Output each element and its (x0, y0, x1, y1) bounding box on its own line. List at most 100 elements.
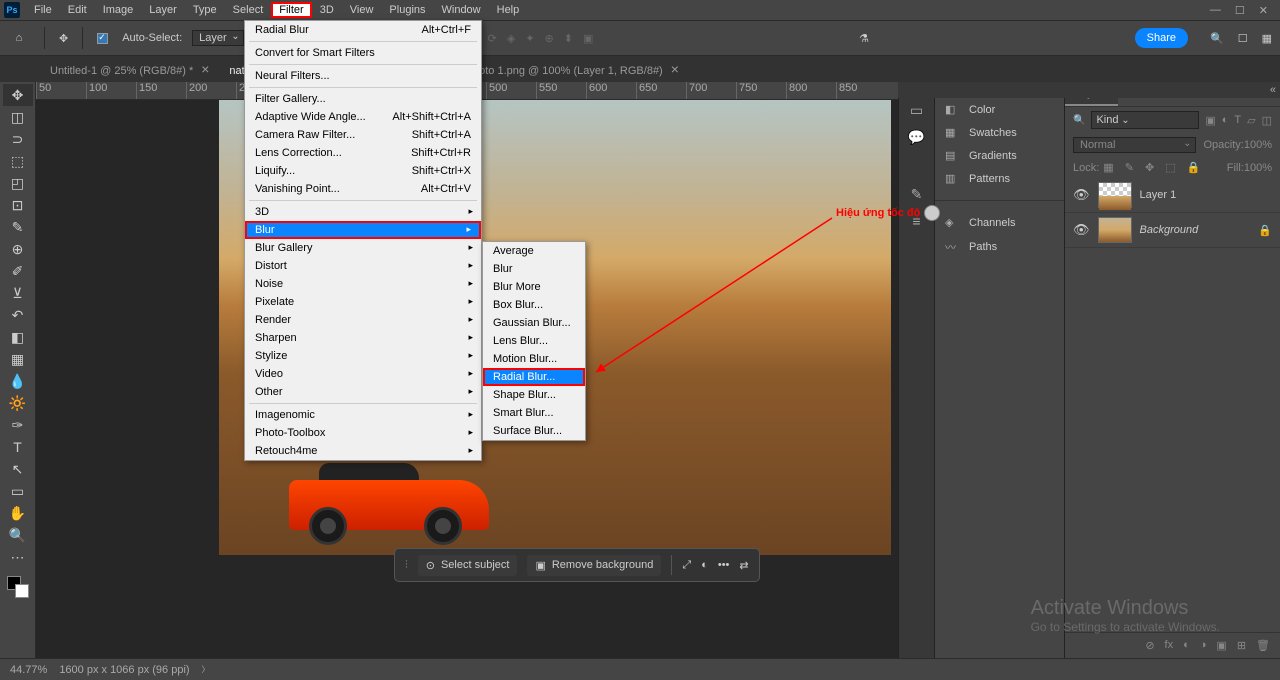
marquee-tool[interactable]: ◫ (3, 106, 33, 128)
layer-row[interactable]: 👁 Background 🔒 (1065, 213, 1280, 248)
healing-tool[interactable]: ⊕ (3, 238, 33, 260)
menu-file[interactable]: File (26, 2, 60, 18)
submenu-smart-blur---[interactable]: Smart Blur... (483, 404, 585, 422)
panel-paths[interactable]: 〰Paths (935, 234, 1064, 260)
dodge-tool[interactable]: 🔆 (3, 392, 33, 414)
search-icon[interactable]: 🔍 (1210, 32, 1224, 45)
remove-background-button[interactable]: ▣Remove background (527, 555, 661, 576)
gradient-tool[interactable]: ▦ (3, 348, 33, 370)
submenu-blur[interactable]: Blur (483, 260, 585, 278)
menu-item[interactable]: Liquify...Shift+Ctrl+X (245, 162, 481, 180)
collapse-icon[interactable]: « (1270, 84, 1276, 96)
new-icon[interactable]: ⊞ (1237, 639, 1246, 652)
menu-item[interactable]: Photo-Toolbox (245, 424, 481, 442)
menu-distort[interactable]: Distort (245, 257, 481, 275)
menu-other[interactable]: Other (245, 383, 481, 401)
menu-item[interactable]: Vanishing Point...Alt+Ctrl+V (245, 180, 481, 198)
menu-stylize[interactable]: Stylize (245, 347, 481, 365)
color-swatch[interactable] (7, 576, 29, 598)
filter-shape-icon[interactable]: ▱ (1247, 114, 1255, 127)
auto-select-checkbox[interactable] (97, 33, 108, 44)
fx-icon[interactable]: fx (1165, 639, 1174, 652)
3d-icon[interactable]: ⬍ (564, 32, 573, 45)
frame-tool[interactable]: ⊡ (3, 194, 33, 216)
menu-layer[interactable]: Layer (141, 2, 185, 18)
menu-blur-gallery[interactable]: Blur Gallery (245, 239, 481, 257)
menu-edit[interactable]: Edit (60, 2, 95, 18)
lock-icon[interactable]: 🔒 (1258, 224, 1272, 237)
more-icon[interactable]: ••• (718, 559, 730, 571)
crop-tool[interactable]: ◰ (3, 172, 33, 194)
3d-icon[interactable]: ▣ (583, 32, 593, 45)
filter-kind-dropdown[interactable]: Kind ⌄ (1091, 111, 1199, 129)
menu-item[interactable]: Lens Correction...Shift+Ctrl+R (245, 144, 481, 162)
3d-icon[interactable]: ✦ (525, 32, 534, 45)
panel-gradients[interactable]: ▤Gradients (935, 144, 1064, 167)
move-tool-icon[interactable]: ✥ (59, 32, 68, 45)
history-brush-tool[interactable]: ↶ (3, 304, 33, 326)
type-tool[interactable]: T (3, 436, 33, 458)
menu-3d[interactable]: 3D (312, 2, 342, 18)
menu-neural-filters[interactable]: Neural Filters... (245, 67, 481, 85)
menu-window[interactable]: Window (434, 2, 489, 18)
zoom-value[interactable]: 44.77% (10, 664, 47, 676)
home-icon[interactable]: ⌂ (8, 27, 30, 49)
eyedropper-tool[interactable]: ✎ (3, 216, 33, 238)
filter-smart-icon[interactable]: ◫ (1262, 114, 1272, 127)
close-icon[interactable]: ✕ (1259, 4, 1268, 17)
properties-icon[interactable]: ⇄ (739, 559, 748, 572)
blend-mode-dropdown[interactable]: Normal (1073, 137, 1196, 153)
document-tab[interactable]: oto 1.png @ 100% (Layer 1, RGB/8#)× (469, 57, 689, 81)
menu-select[interactable]: Select (225, 2, 272, 18)
blur-tool[interactable]: 💧 (3, 370, 33, 392)
delete-icon[interactable]: 🗑 (1256, 639, 1270, 652)
document-tab[interactable]: Untitled-1 @ 25% (RGB/8#) *× (40, 57, 219, 81)
shape-tool[interactable]: ▭ (3, 480, 33, 502)
submenu-gaussian-blur---[interactable]: Gaussian Blur... (483, 314, 585, 332)
eraser-tool[interactable]: ◧ (3, 326, 33, 348)
panel-swatches[interactable]: ▦Swatches (935, 121, 1064, 144)
menu-sharpen[interactable]: Sharpen (245, 329, 481, 347)
mask-icon[interactable]: ◐ (1183, 639, 1190, 652)
brush-tool[interactable]: ✐ (3, 260, 33, 282)
arrange-icon[interactable]: ▦ (1262, 32, 1272, 45)
menu-video[interactable]: Video (245, 365, 481, 383)
menu-image[interactable]: Image (95, 2, 142, 18)
menu-item[interactable]: Imagenomic (245, 406, 481, 424)
menu-noise[interactable]: Noise (245, 275, 481, 293)
group-icon[interactable]: ▣ (1216, 639, 1226, 652)
submenu-box-blur---[interactable]: Box Blur... (483, 296, 585, 314)
transform-icon[interactable]: ⤢ (682, 559, 691, 572)
adj-icon[interactable]: ◑ (1200, 639, 1207, 652)
menu-blur[interactable]: Blur (245, 221, 481, 239)
menu-filter[interactable]: Filter (271, 2, 311, 18)
layer-row[interactable]: 👁 Layer 1 (1065, 178, 1280, 213)
pen-tool[interactable]: ✑ (3, 414, 33, 436)
filter-adj-icon[interactable]: ◐ (1222, 114, 1229, 126)
submenu-blur-more[interactable]: Blur More (483, 278, 585, 296)
panel-channels[interactable]: ◈Channels (935, 211, 1064, 234)
visibility-icon[interactable]: 👁 (1073, 222, 1090, 238)
link-icon[interactable]: ⊘ (1145, 639, 1154, 652)
submenu-lens-blur---[interactable]: Lens Blur... (483, 332, 585, 350)
lasso-tool[interactable]: ⊃ (3, 128, 33, 150)
menu-type[interactable]: Type (185, 2, 225, 18)
submenu-average[interactable]: Average (483, 242, 585, 260)
submenu-shape-blur---[interactable]: Shape Blur... (483, 386, 585, 404)
zoom-tool[interactable]: 🔍 (3, 524, 33, 546)
menu-pixelate[interactable]: Pixelate (245, 293, 481, 311)
menu-view[interactable]: View (342, 2, 382, 18)
layer-dropdown[interactable]: Layer (192, 30, 244, 46)
menu-item[interactable]: Adaptive Wide Angle...Alt+Shift+Ctrl+A (245, 108, 481, 126)
lock-icons[interactable]: ▦ ✎ ✥ ⬚ 🔒 (1103, 161, 1204, 174)
menu-item[interactable]: Filter Gallery... (245, 90, 481, 108)
panel-color[interactable]: ◧Color (935, 98, 1064, 121)
menu-convert-smart[interactable]: Convert for Smart Filters (245, 44, 481, 62)
filter-type-icon[interactable]: T (1234, 114, 1241, 126)
adjustment-icon[interactable]: ◐ (701, 559, 708, 571)
filter-pixel-icon[interactable]: ▣ (1205, 114, 1215, 127)
comments-icon[interactable]: 💬 (908, 129, 925, 146)
3d-icon[interactable]: ⟳ (488, 32, 497, 45)
submenu-radial-blur---[interactable]: Radial Blur... (483, 368, 585, 386)
maximize-icon[interactable]: ☐ (1235, 4, 1245, 17)
